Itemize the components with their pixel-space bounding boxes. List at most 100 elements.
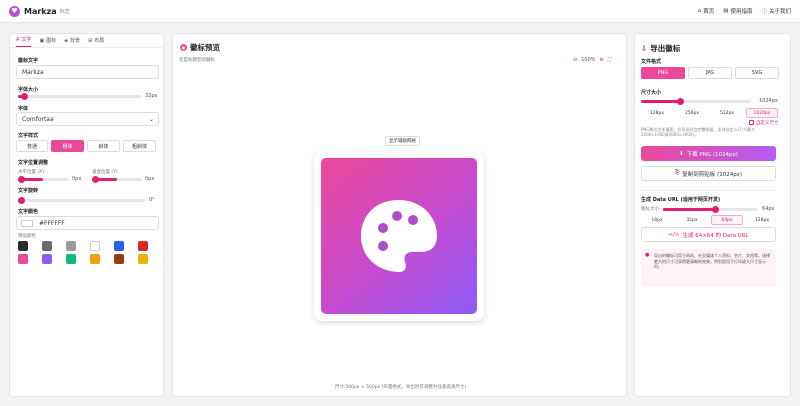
h-offset-label: 水平位置 (X) [18, 170, 45, 175]
preview-title: ● 徽标预览 [180, 43, 220, 52]
dataurl-label: 生成 Data URL (适用于网页开发) [641, 197, 721, 203]
font-size-slider[interactable] [18, 93, 141, 100]
color-swatch[interactable] [138, 254, 148, 264]
font-select[interactable]: Comfortaa ⌄ [16, 112, 159, 126]
palette-logo-icon[interactable]: ♥ [9, 5, 20, 17]
style-label: 文字样式 [18, 133, 39, 139]
logo-preview [321, 158, 477, 314]
tip-box: ● 导出的徽标可用于网站、社交媒体个人资料、名片、文档等。选择更大的尺寸可获得更… [641, 249, 776, 287]
h-offset-knob[interactable] [18, 176, 25, 183]
export-size-value: 1024px [759, 98, 778, 104]
export-size-fill [641, 100, 680, 103]
grid-toggle[interactable]: 显示辅助网格 [385, 136, 420, 146]
tab-layout[interactable]: ⊞ 布局 [88, 37, 104, 47]
dataurl-64-button[interactable]: 64px [711, 215, 743, 225]
rotate-knob[interactable] [18, 197, 25, 204]
dataurl-128-button[interactable]: 128px [746, 215, 778, 225]
clipboard-icon: ⎘ [674, 170, 680, 176]
eye-icon: ● [180, 44, 187, 51]
size-512-button[interactable]: 512px [711, 108, 743, 118]
dataurl-32-button[interactable]: 32px [676, 215, 708, 225]
size-1024-button[interactable]: 1024px [746, 108, 778, 118]
color-label: 文字颜色 [18, 209, 39, 215]
settings-panel: A 文字 ▣ 图标 ◈ 背景 ⊞ 布局 徽标文字 Markza 字体大小 32px 字体… [9, 33, 164, 397]
export-size-knob[interactable] [677, 98, 684, 105]
v-offset-knob[interactable] [92, 176, 99, 183]
dataurl-size-slider[interactable] [663, 206, 757, 213]
size-presets: 128px 256px 512px 1024px [641, 108, 778, 118]
color-preview[interactable] [21, 220, 33, 227]
nav-about[interactable]: ⓘ 关于我们 [761, 7, 791, 15]
copy-button[interactable]: ⎘ 复制到剪贴板 (1024px) [641, 166, 776, 181]
style-normal-button[interactable]: 普通 [16, 140, 48, 152]
style-italic-button[interactable]: 斜体 [87, 140, 120, 152]
color-swatch[interactable] [114, 254, 124, 264]
paint-icon: ◈ [64, 37, 69, 44]
color-swatch[interactable] [90, 241, 100, 251]
export-size-slider[interactable] [641, 98, 751, 105]
font-size-value: 32px [145, 93, 158, 99]
v-offset-value: 0px [145, 176, 155, 182]
zoom-out-icon[interactable]: ⊖ [573, 57, 577, 63]
tab-background[interactable]: ◈ 背景 [64, 37, 80, 47]
color-swatch[interactable] [42, 254, 52, 264]
format-jpg-button[interactable]: JPG [688, 67, 732, 79]
h-offset-slider[interactable] [18, 176, 68, 183]
format-png-button[interactable]: PNG [641, 67, 685, 79]
format-note: PNG格式为矢量图，在导出时会完整保留，支持自定义尺寸(最大2000×1000或… [641, 127, 756, 137]
v-offset-slider[interactable] [92, 176, 142, 183]
color-input[interactable]: #FFFFFF [16, 216, 159, 230]
lightbulb-icon: ● [645, 252, 650, 258]
nav-home[interactable]: ⌂ 首页 [698, 7, 715, 15]
brand-sub: 标志 [59, 8, 70, 15]
size-256-button[interactable]: 256px [676, 108, 708, 118]
preview-footer: 尺寸:500px × 500px (矢量格式，导出时可调整为任意高清尺寸) [334, 385, 467, 390]
export-icon: ⇩ [641, 44, 648, 53]
image-icon: ▣ [39, 37, 45, 44]
color-swatch[interactable] [66, 241, 76, 251]
dataurl-16-button[interactable]: 16px [641, 215, 673, 225]
code-icon: </> [668, 231, 680, 238]
h-offset-value: 0px [72, 176, 82, 182]
format-svg-button[interactable]: SVG [735, 67, 779, 79]
style-bold-italic-button[interactable]: 粗斜体 [123, 140, 156, 152]
chevron-down-icon: ⌄ [148, 116, 154, 123]
brand-name[interactable]: Markza [24, 7, 57, 16]
home-icon: ⌂ [697, 8, 702, 14]
color-swatch[interactable] [90, 254, 100, 264]
position-label: 文字位置调整 [18, 160, 49, 166]
nav-guide[interactable]: ▤ 使用指南 [723, 7, 752, 15]
size-128-button[interactable]: 128px [641, 108, 673, 118]
dataurl-size-knob[interactable] [712, 206, 719, 213]
top-bar: ♥ Markza 标志 ⌂ 首页 ▤ 使用指南 ⓘ 关于我们 [0, 0, 800, 23]
color-swatch[interactable] [66, 254, 76, 264]
v-offset-label: 垂直位置 (Y) [92, 170, 118, 175]
fullscreen-icon[interactable]: ⛶ [608, 57, 612, 63]
style-bold-button[interactable]: 粗体 [51, 140, 84, 152]
logo-text-input[interactable]: Markza [16, 65, 159, 79]
export-title: ⇩ 导出徽标 [641, 44, 681, 53]
download-icon: ⬇ [679, 150, 684, 157]
dataurl-size-label: 图标大小 [641, 207, 659, 212]
dataurl-size-presets: 16px 32px 64px 128px [641, 215, 778, 225]
tab-text[interactable]: A 文字 [16, 36, 32, 47]
rotate-slider[interactable] [18, 197, 145, 204]
download-button[interactable]: ⬇ 下载 PNG (1024px) [641, 146, 776, 161]
rotate-label: 文字旋转 [18, 188, 39, 194]
color-swatch[interactable] [42, 241, 52, 251]
font-size-knob[interactable] [21, 93, 28, 100]
checkbox-icon[interactable] [749, 120, 754, 125]
color-swatch[interactable] [114, 241, 124, 251]
color-swatch[interactable] [18, 241, 28, 251]
info-icon: ⓘ [761, 9, 767, 15]
font-size-label: 字体大小 [18, 87, 39, 93]
color-swatch[interactable] [18, 254, 28, 264]
text-icon: A [16, 36, 20, 43]
custom-size-toggle[interactable]: 自定义尺寸 [749, 120, 779, 126]
generate-dataurl-button[interactable]: </> 生成 64×64 的 Data URL [641, 227, 776, 242]
color-swatch[interactable] [138, 241, 148, 251]
zoom-in-icon[interactable]: ⊕ [600, 57, 604, 63]
tab-icon[interactable]: ▣ 图标 [39, 37, 56, 47]
style-buttons: 普通 粗体 斜体 粗斜体 [16, 140, 156, 152]
top-nav: ⌂ 首页 ▤ 使用指南 ⓘ 关于我们 [698, 7, 791, 15]
